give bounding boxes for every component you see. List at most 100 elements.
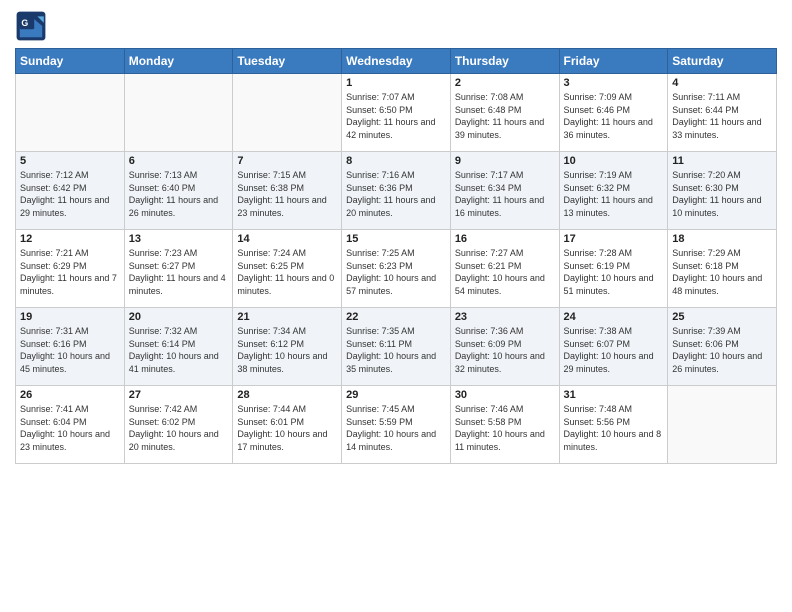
calendar-week-row: 19Sunrise: 7:31 AM Sunset: 6:16 PM Dayli…	[16, 308, 777, 386]
calendar-cell: 14 Sunrise: 7:24 AM Sunset: 6:25 PM Dayli…	[233, 230, 342, 308]
day-number: 24	[564, 311, 664, 323]
day-info: Sunrise: 7:42 AM Sunset: 6:02 PM Dayligh…	[129, 403, 229, 453]
day-info: Sunrise: 7:39 AM Sunset: 6:06 PM Dayligh…	[672, 325, 772, 375]
day-info: Sunrise: 7:27 AM Sunset: 6:21 PM Dayligh…	[455, 247, 555, 297]
day-number: 14	[237, 233, 337, 245]
calendar-cell: 20 Sunrise: 7:32 AM Sunset: 6:14 PM Dayli…	[124, 308, 233, 386]
calendar-cell: 23 Sunrise: 7:36 AM Sunset: 6:09 PM Dayli…	[450, 308, 559, 386]
calendar-cell: 1Sunrise: 7:07 AM Sunset: 6:50 PM Daylig…	[342, 74, 451, 152]
calendar-cell: 2 Sunrise: 7:08 AM Sunset: 6:48 PM Daylig…	[450, 74, 559, 152]
day-info: Sunrise: 7:08 AM Sunset: 6:48 PM Dayligh…	[455, 91, 555, 141]
day-number: 15	[346, 233, 446, 245]
day-number: 18	[672, 233, 772, 245]
calendar-week-row: 26 Sunrise: 7:41 AM Sunset: 6:04 PM Dayli…	[16, 386, 777, 464]
logo-icon: G	[15, 10, 47, 42]
day-number: 31	[564, 389, 664, 401]
calendar-cell	[233, 74, 342, 152]
day-info: Sunrise: 7:17 AM Sunset: 6:34 PM Dayligh…	[455, 169, 555, 219]
calendar-cell: 30Sunrise: 7:46 AM Sunset: 5:58 PM Dayli…	[450, 386, 559, 464]
day-info: Sunrise: 7:36 AM Sunset: 6:09 PM Dayligh…	[455, 325, 555, 375]
calendar-cell: 3 Sunrise: 7:09 AM Sunset: 6:46 PM Daylig…	[559, 74, 668, 152]
calendar-cell: 9 Sunrise: 7:17 AM Sunset: 6:34 PM Daylig…	[450, 152, 559, 230]
day-number: 7	[237, 155, 337, 167]
calendar-cell: 26 Sunrise: 7:41 AM Sunset: 6:04 PM Dayli…	[16, 386, 125, 464]
day-info: Sunrise: 7:15 AM Sunset: 6:38 PM Dayligh…	[237, 169, 337, 219]
weekday-header: Wednesday	[342, 49, 451, 74]
day-info: Sunrise: 7:11 AM Sunset: 6:44 PM Dayligh…	[672, 91, 772, 141]
day-number: 20	[129, 311, 229, 323]
logo: G	[15, 10, 51, 42]
day-number: 21	[237, 311, 337, 323]
calendar-cell: 19Sunrise: 7:31 AM Sunset: 6:16 PM Dayli…	[16, 308, 125, 386]
calendar-cell: 7 Sunrise: 7:15 AM Sunset: 6:38 PM Daylig…	[233, 152, 342, 230]
day-info: Sunrise: 7:32 AM Sunset: 6:14 PM Dayligh…	[129, 325, 229, 375]
calendar-cell: 28 Sunrise: 7:44 AM Sunset: 6:01 PM Dayli…	[233, 386, 342, 464]
day-number: 23	[455, 311, 555, 323]
day-number: 29	[346, 389, 446, 401]
calendar-cell: 4 Sunrise: 7:11 AM Sunset: 6:44 PM Daylig…	[668, 74, 777, 152]
calendar-week-row: 12 Sunrise: 7:21 AM Sunset: 6:29 PM Dayli…	[16, 230, 777, 308]
day-info: Sunrise: 7:19 AM Sunset: 6:32 PM Dayligh…	[564, 169, 664, 219]
calendar-cell: 5 Sunrise: 7:12 AM Sunset: 6:42 PM Daylig…	[16, 152, 125, 230]
weekday-header: Sunday	[16, 49, 125, 74]
calendar-cell: 15 Sunrise: 7:25 AM Sunset: 6:23 PM Dayli…	[342, 230, 451, 308]
calendar-cell: 22Sunrise: 7:35 AM Sunset: 6:11 PM Dayli…	[342, 308, 451, 386]
calendar-cell	[124, 74, 233, 152]
weekday-header: Monday	[124, 49, 233, 74]
calendar-week-row: 1Sunrise: 7:07 AM Sunset: 6:50 PM Daylig…	[16, 74, 777, 152]
day-number: 28	[237, 389, 337, 401]
calendar-header-row: SundayMondayTuesdayWednesdayThursdayFrid…	[16, 49, 777, 74]
day-info: Sunrise: 7:34 AM Sunset: 6:12 PM Dayligh…	[237, 325, 337, 375]
calendar-cell: 18 Sunrise: 7:29 AM Sunset: 6:18 PM Dayli…	[668, 230, 777, 308]
day-info: Sunrise: 7:48 AM Sunset: 5:56 PM Dayligh…	[564, 403, 664, 453]
page: G SundayMondayTuesdayWednesdayThursdayFr…	[0, 0, 792, 612]
day-number: 19	[20, 311, 120, 323]
day-number: 8	[346, 155, 446, 167]
day-number: 25	[672, 311, 772, 323]
weekday-header: Thursday	[450, 49, 559, 74]
calendar-cell: 29Sunrise: 7:45 AM Sunset: 5:59 PM Dayli…	[342, 386, 451, 464]
day-info: Sunrise: 7:20 AM Sunset: 6:30 PM Dayligh…	[672, 169, 772, 219]
day-number: 12	[20, 233, 120, 245]
day-number: 6	[129, 155, 229, 167]
day-number: 2	[455, 77, 555, 89]
day-number: 3	[564, 77, 664, 89]
day-info: Sunrise: 7:44 AM Sunset: 6:01 PM Dayligh…	[237, 403, 337, 453]
day-info: Sunrise: 7:23 AM Sunset: 6:27 PM Dayligh…	[129, 247, 229, 297]
day-info: Sunrise: 7:09 AM Sunset: 6:46 PM Dayligh…	[564, 91, 664, 141]
weekday-header: Saturday	[668, 49, 777, 74]
calendar-table: SundayMondayTuesdayWednesdayThursdayFrid…	[15, 48, 777, 464]
day-info: Sunrise: 7:12 AM Sunset: 6:42 PM Dayligh…	[20, 169, 120, 219]
day-number: 17	[564, 233, 664, 245]
calendar-cell: 21 Sunrise: 7:34 AM Sunset: 6:12 PM Dayli…	[233, 308, 342, 386]
day-number: 9	[455, 155, 555, 167]
calendar-cell	[668, 386, 777, 464]
day-number: 26	[20, 389, 120, 401]
weekday-header: Friday	[559, 49, 668, 74]
day-info: Sunrise: 7:29 AM Sunset: 6:18 PM Dayligh…	[672, 247, 772, 297]
header: G	[15, 10, 777, 42]
day-info: Sunrise: 7:24 AM Sunset: 6:25 PM Dayligh…	[237, 247, 337, 297]
day-number: 13	[129, 233, 229, 245]
day-number: 22	[346, 311, 446, 323]
calendar-cell: 6 Sunrise: 7:13 AM Sunset: 6:40 PM Daylig…	[124, 152, 233, 230]
day-info: Sunrise: 7:16 AM Sunset: 6:36 PM Dayligh…	[346, 169, 446, 219]
day-info: Sunrise: 7:38 AM Sunset: 6:07 PM Dayligh…	[564, 325, 664, 375]
day-info: Sunrise: 7:25 AM Sunset: 6:23 PM Dayligh…	[346, 247, 446, 297]
day-info: Sunrise: 7:07 AM Sunset: 6:50 PM Dayligh…	[346, 91, 446, 141]
calendar-cell: 17Sunrise: 7:28 AM Sunset: 6:19 PM Dayli…	[559, 230, 668, 308]
day-info: Sunrise: 7:46 AM Sunset: 5:58 PM Dayligh…	[455, 403, 555, 453]
calendar-cell: 12 Sunrise: 7:21 AM Sunset: 6:29 PM Dayli…	[16, 230, 125, 308]
calendar-cell	[16, 74, 125, 152]
day-number: 27	[129, 389, 229, 401]
calendar-cell: 13 Sunrise: 7:23 AM Sunset: 6:27 PM Dayli…	[124, 230, 233, 308]
day-number: 10	[564, 155, 664, 167]
calendar-week-row: 5 Sunrise: 7:12 AM Sunset: 6:42 PM Daylig…	[16, 152, 777, 230]
day-info: Sunrise: 7:41 AM Sunset: 6:04 PM Dayligh…	[20, 403, 120, 453]
day-info: Sunrise: 7:21 AM Sunset: 6:29 PM Dayligh…	[20, 247, 120, 297]
day-number: 16	[455, 233, 555, 245]
day-number: 4	[672, 77, 772, 89]
day-info: Sunrise: 7:13 AM Sunset: 6:40 PM Dayligh…	[129, 169, 229, 219]
day-number: 5	[20, 155, 120, 167]
calendar-cell: 24 Sunrise: 7:38 AM Sunset: 6:07 PM Dayli…	[559, 308, 668, 386]
